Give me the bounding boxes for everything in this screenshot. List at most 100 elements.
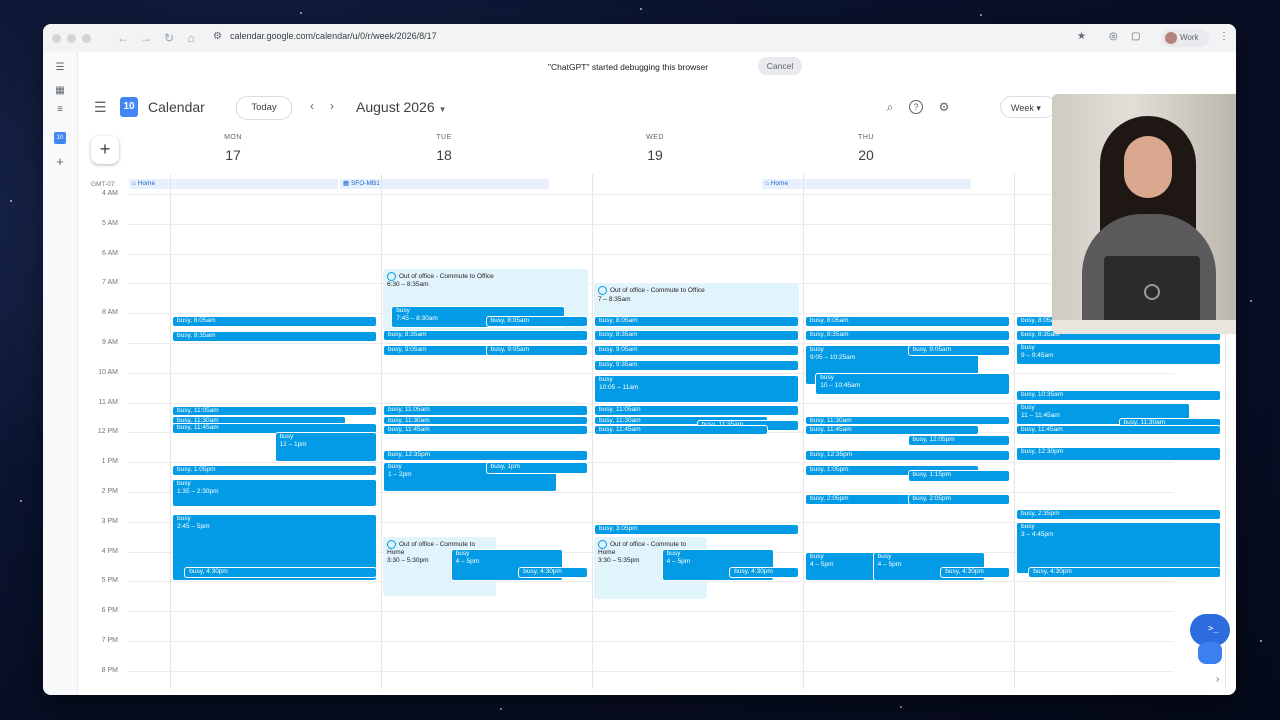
hour-label: 11 AM — [98, 398, 118, 406]
calendar-event[interactable]: busy, 12:05pm — [907, 434, 1010, 446]
calendar-event[interactable]: busy, 8:05am — [485, 315, 588, 327]
calendar-event[interactable]: busy, 4:30pm — [518, 566, 588, 579]
reload-icon[interactable]: ↻ — [161, 30, 177, 46]
day-number[interactable]: 17 — [128, 147, 338, 163]
calendar-event[interactable]: busy, 2:05pm — [805, 494, 918, 506]
calendar-event[interactable]: busy, 11:45am — [1016, 424, 1221, 436]
calendar-event[interactable]: busy, 11:30am — [805, 416, 1010, 425]
home-icon[interactable]: ⌂ — [183, 30, 199, 46]
calendar-event[interactable]: busy, 4:30pm — [184, 566, 377, 579]
calendar-event[interactable]: busy, 1:15pm — [907, 469, 1010, 482]
calendar-event[interactable]: busy, 1pm — [485, 462, 588, 475]
calendar-event[interactable]: busy, 8:35am — [383, 330, 588, 342]
calendar-event[interactable]: busy, 2:35pm — [1016, 509, 1221, 521]
star-icon[interactable]: ★ — [1077, 31, 1086, 42]
create-button[interactable]: + — [91, 136, 119, 164]
minimize-window-button[interactable] — [67, 34, 76, 43]
side-panel-toggle-icon[interactable]: ☰ — [54, 62, 66, 74]
calendar-event[interactable]: busy 10 – 10:45am — [815, 372, 1010, 396]
browser-window: ← → ↻ ⌂ ⚙ calendar.google.com/calendar/u… — [43, 24, 1236, 695]
calendar-event[interactable]: busy, 9:05am — [485, 345, 588, 357]
tab-search-icon[interactable]: ▢ — [1131, 31, 1140, 42]
calendar-event[interactable]: busy, 11:05am — [594, 404, 799, 416]
calendar-event[interactable]: busy, 8:05am — [172, 316, 377, 327]
back-icon[interactable]: ← — [115, 30, 131, 46]
event-title: busy — [1021, 344, 1035, 351]
view-switcher[interactable]: Week ▾ — [1000, 96, 1056, 118]
calendar-event[interactable]: busy, 8:05am — [594, 315, 799, 327]
month-title[interactable]: August 2026 ▼ — [356, 99, 447, 115]
forward-icon[interactable]: → — [138, 30, 154, 46]
calendar-event[interactable]: busy, 10:35am — [1016, 390, 1221, 402]
event-title: busy, 1:15pm — [912, 470, 952, 478]
calendar-event[interactable]: busy 9 – 9:45am — [1016, 343, 1221, 366]
profile-chip[interactable]: Work — [1161, 29, 1209, 47]
reading-list-icon[interactable]: ≡ — [54, 104, 66, 116]
calendar-event[interactable]: busy, 4:30pm — [729, 566, 799, 579]
site-settings-icon[interactable]: ⚙ — [213, 31, 222, 42]
event-title: busy, 11:30am — [810, 417, 852, 424]
help-icon[interactable]: ? — [909, 100, 923, 114]
hour-label: 3 PM — [101, 517, 118, 525]
hour-label: 7 PM — [101, 637, 118, 644]
hour-label: 8 AM — [102, 309, 118, 317]
calendar-event[interactable]: busy, 11:45am — [594, 424, 769, 436]
working-location-mon[interactable]: ⌂ Home — [129, 179, 338, 189]
next-week-icon[interactable]: › — [330, 99, 334, 113]
calendar-event[interactable]: busy 1:35 – 2:30pm — [172, 478, 377, 507]
codex-mascot-icon[interactable]: >_ — [1186, 610, 1236, 668]
calendar-event[interactable]: busy, 8:35am — [594, 330, 799, 342]
calendar-tab-icon[interactable]: 10 — [54, 132, 66, 144]
calendar-event[interactable]: busy 12 – 1pm — [274, 432, 377, 463]
calendar-event[interactable]: busy, 11:05am — [383, 404, 588, 416]
calendar-event[interactable]: busy, 9:05am — [907, 345, 1010, 357]
calendar-event[interactable]: busy, 11:05am — [172, 405, 377, 416]
extension-icon[interactable]: ◎ — [1109, 31, 1118, 42]
day-number[interactable]: 18 — [339, 147, 549, 163]
today-button[interactable]: Today — [236, 96, 292, 120]
calendar-event[interactable]: busy, 2:05pm — [907, 494, 1010, 506]
address-bar[interactable]: calendar.google.com/calendar/u/0/r/week/… — [230, 31, 437, 41]
calendar-event[interactable]: busy, 9:05am — [383, 345, 496, 357]
calendar-event[interactable]: busy, 4:30pm — [1028, 566, 1221, 579]
event-time: 10 – 10:45am — [820, 381, 861, 389]
calendar-event[interactable]: busy, 12:35pm — [805, 449, 1010, 461]
calendar-event[interactable]: busy 10:05 – 11am — [594, 375, 799, 403]
working-location-tue[interactable]: ▦ SFO-MB1 — [340, 179, 549, 189]
menu-icon[interactable]: ☰ — [94, 99, 107, 116]
calendar-event[interactable]: busy, 9:05am — [594, 345, 799, 357]
calendar-event[interactable]: busy, 12:30pm — [1016, 447, 1221, 461]
event-time: 10:05 – 11am — [599, 384, 639, 392]
calendar-event[interactable]: busy, 9:35am — [594, 360, 799, 372]
more-icon[interactable]: ⋮ — [1219, 31, 1229, 42]
day-name: WED — [646, 134, 664, 141]
day-number[interactable]: 20 — [761, 147, 971, 163]
calendar-event[interactable]: busy, 8:05am — [805, 315, 1010, 327]
event-title: busy, 9:35am — [599, 361, 638, 369]
calendar-event[interactable]: busy, 11:30am — [383, 416, 588, 425]
settings-icon[interactable]: ⚙ — [937, 100, 951, 114]
calendar-event[interactable]: busy, 11:45am — [805, 424, 980, 436]
search-icon[interactable]: ⌕ — [883, 100, 897, 114]
calendar-event[interactable]: busy, 8:35am — [805, 330, 1010, 342]
chevron-right-icon[interactable]: › — [1216, 674, 1219, 685]
calendar-event[interactable]: busy, 3:05pm — [594, 524, 799, 536]
add-panel-icon[interactable]: + — [54, 155, 66, 168]
working-location-thu[interactable]: ⌂ Home — [762, 179, 971, 189]
event-title: busy — [388, 463, 402, 471]
close-window-button[interactable] — [52, 34, 61, 43]
calendar-event[interactable]: busy, 4:30pm — [940, 566, 1010, 579]
cancel-debug-button[interactable]: Cancel — [758, 57, 802, 75]
calendar-event[interactable]: busy, 8:35am — [172, 331, 377, 342]
event-time: 2:45 – 5pm — [177, 523, 210, 531]
event-title: busy, 8:35am — [810, 331, 849, 339]
calendar-event[interactable]: busy, 12:35pm — [383, 449, 588, 461]
calendar-event[interactable]: busy, 1:05pm — [172, 465, 377, 476]
apps-icon[interactable]: ▦ — [54, 85, 66, 97]
prev-week-icon[interactable]: ‹ — [310, 99, 314, 113]
event-title: busy, 8:05am — [810, 316, 849, 324]
event-title: busy, 2:05pm — [912, 495, 952, 503]
day-number[interactable]: 19 — [550, 147, 760, 163]
calendar-event[interactable]: busy, 11:45am — [383, 424, 588, 436]
maximize-window-button[interactable] — [82, 34, 91, 43]
